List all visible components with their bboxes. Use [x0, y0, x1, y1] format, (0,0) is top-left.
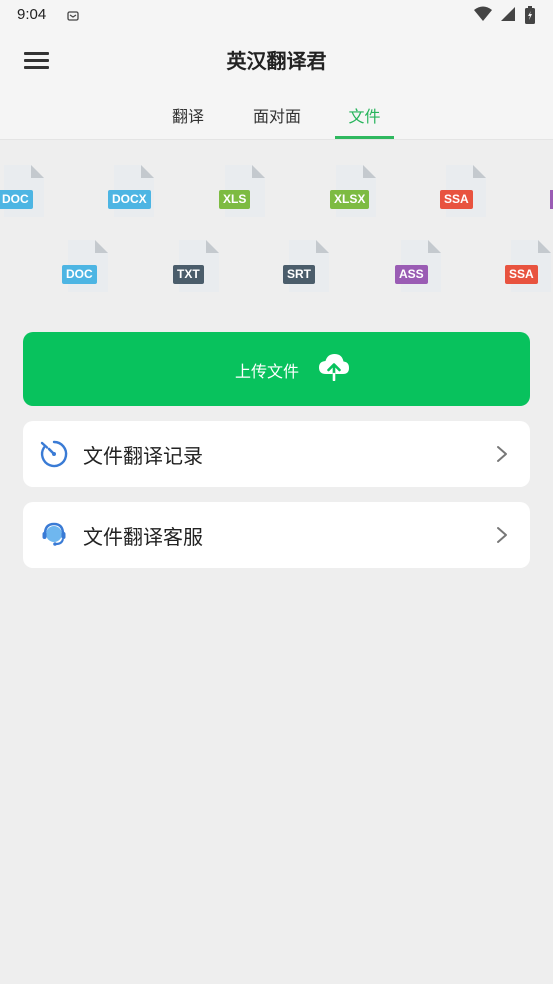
file-icon-srt: SRT	[283, 240, 329, 292]
app-header: 英汉翻译君 翻译 面对面 文件	[0, 32, 553, 140]
file-type-label: XLS	[219, 190, 251, 209]
file-icon-doc: DOC	[62, 240, 108, 292]
page-title: 英汉翻译君	[226, 49, 327, 73]
chevron-right-icon	[496, 445, 508, 467]
file-type-label: DOC	[0, 190, 33, 209]
file-type-label: SSA	[505, 265, 538, 284]
cloud-upload-icon	[318, 353, 350, 385]
active-tab-indicator	[335, 136, 394, 139]
file-icon-ass: ASS	[395, 240, 441, 292]
list-item-label: 文件翻译客服	[83, 525, 203, 549]
file-type-label: SSA	[440, 190, 473, 209]
upload-file-label: 上传文件	[235, 362, 300, 381]
status-bar: 9:04	[0, 0, 553, 32]
upload-file-button[interactable]: 上传文件	[23, 332, 530, 406]
file-translation-support-item[interactable]: 文件翻译客服	[23, 502, 530, 568]
file-icon-xls: XLS	[219, 165, 265, 217]
status-icons	[470, 6, 535, 24]
chevron-right-icon	[496, 526, 508, 548]
file-type-label: TXT	[173, 265, 204, 284]
file-type-label: DOCX	[108, 190, 151, 209]
file-icon-txt: TXT	[173, 240, 219, 292]
signal-icon	[500, 7, 515, 21]
file-type-label: XLSX	[330, 190, 370, 209]
customer-service-icon	[39, 520, 69, 554]
file-type-label: DOC	[62, 265, 97, 284]
battery-icon	[525, 6, 535, 24]
list-item-label: 文件翻译记录	[83, 444, 203, 468]
file-icon-ssa: SSA	[505, 240, 551, 292]
file-icon-ssa: SSA	[440, 165, 486, 217]
file-icon-docx: DOCX	[108, 165, 154, 217]
notification-icon	[66, 8, 80, 27]
tab-bar: 翻译 面对面 文件	[0, 98, 553, 140]
tab-translate[interactable]: 翻译	[160, 103, 216, 127]
file-type-label: ASS	[395, 265, 428, 284]
file-translation-history-item[interactable]: 文件翻译记录	[23, 421, 530, 487]
timer-icon	[39, 439, 69, 473]
file-type-label: SRT	[283, 265, 315, 284]
file-icon-xlsx: XLSX	[330, 165, 376, 217]
tab-face-to-face[interactable]: 面对面	[246, 103, 308, 127]
wifi-icon	[473, 6, 492, 21]
file-icon-doc: DOC	[0, 165, 44, 217]
status-time: 9:04	[17, 6, 47, 23]
tab-file[interactable]: 文件	[335, 103, 394, 127]
